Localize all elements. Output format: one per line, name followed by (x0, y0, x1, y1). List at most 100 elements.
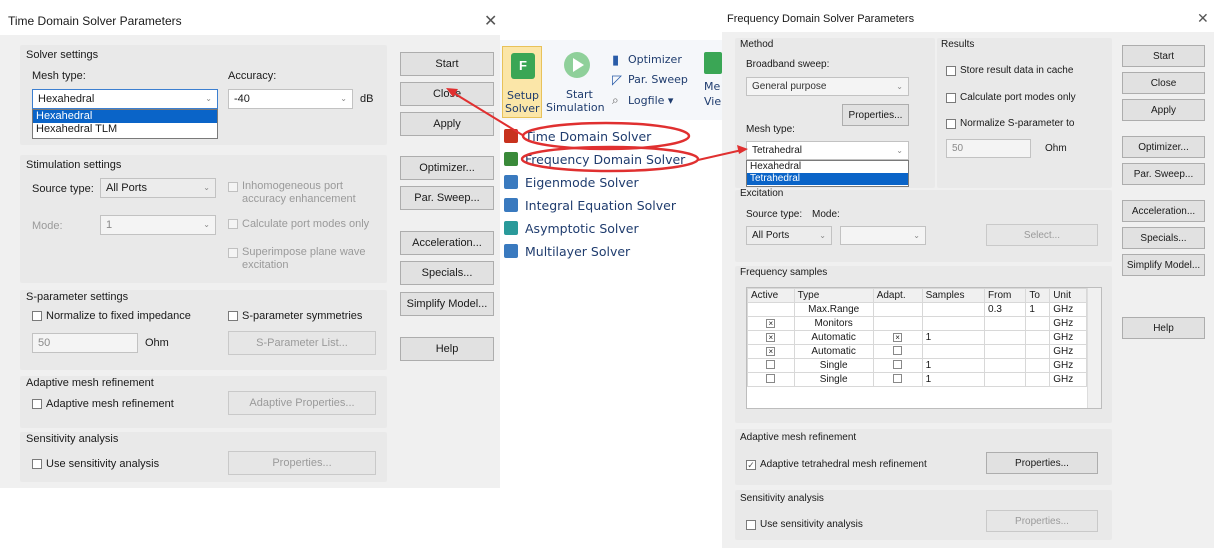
mesh-type-dropdown[interactable]: Tetrahedral ⌄ (746, 141, 909, 160)
table-row[interactable]: × Monitors GHz (747, 316, 1087, 331)
table-cell-adapt[interactable] (872, 344, 923, 359)
option-hexahedral-tlm[interactable]: Hexahedral TLM (33, 123, 217, 136)
sensitivity-checkbox[interactable]: Use sensitivity analysis (746, 519, 863, 530)
adaptive-properties-button[interactable]: Properties... (986, 452, 1098, 474)
table-cell-type[interactable]: Single (793, 372, 874, 387)
par-sweep-button[interactable]: Par. Sweep... (1122, 163, 1205, 185)
broadband-dropdown[interactable]: General purpose ⌄ (746, 77, 909, 96)
checked-checkbox-icon[interactable]: × (766, 319, 776, 328)
start-button[interactable]: Start (1122, 45, 1205, 67)
table-row[interactable]: × Automatic × 1 GHz (747, 330, 1087, 345)
option-hexahedral[interactable]: Hexahedral (747, 161, 908, 173)
setup-solver-button[interactable]: F Setup Solver (502, 46, 542, 118)
simplify-model-button[interactable]: Simplify Model... (1122, 254, 1205, 276)
solver-item-frequency-domain[interactable]: Frequency Domain Solver (504, 148, 685, 170)
apply-button[interactable]: Apply (400, 112, 494, 136)
table-cell-type[interactable]: Automatic (793, 344, 874, 359)
optimizer-button[interactable]: Optimizer... (1122, 136, 1205, 158)
logfile-ribbon-button[interactable]: Logfile ▾ (628, 94, 673, 107)
unchecked-checkbox-icon[interactable] (893, 373, 903, 383)
mesh-type-dropdown[interactable]: Hexahedral ⌄ (32, 89, 218, 109)
table-cell-adapt[interactable] (872, 316, 923, 331)
sparam-list-button[interactable]: S-Parameter List... (228, 331, 376, 355)
checked-checkbox-icon[interactable]: × (893, 333, 903, 342)
apply-button[interactable]: Apply (1122, 99, 1205, 121)
table-cell-active[interactable] (747, 358, 795, 373)
adaptive-mesh-checkbox[interactable]: Adaptive mesh refinement (32, 398, 174, 410)
close-icon[interactable]: ✕ (1197, 10, 1209, 27)
table-cell-active[interactable] (747, 302, 795, 317)
table-cell-type[interactable]: Single (793, 358, 874, 373)
option-hexahedral[interactable]: Hexahedral (33, 110, 217, 123)
sensitivity-properties-button[interactable]: Properties... (986, 510, 1098, 532)
checked-checkbox-icon[interactable]: × (766, 347, 776, 356)
close-button[interactable]: Close (400, 82, 494, 106)
table-cell-adapt[interactable] (872, 372, 923, 387)
solver-item-eigenmode[interactable]: Eigenmode Solver (504, 171, 639, 193)
start-simulation-button[interactable]: Start Simulation (546, 46, 606, 118)
table-scrollbar[interactable] (1087, 288, 1101, 408)
option-tetrahedral[interactable]: Tetrahedral (747, 173, 908, 185)
calc-port-modes-checkbox[interactable]: Calculate port modes only (228, 218, 369, 230)
optimizer-ribbon-button[interactable]: Optimizer (628, 53, 682, 66)
table-row[interactable]: × Automatic GHz (747, 344, 1087, 359)
table-row[interactable]: Single 1 GHz (747, 372, 1087, 387)
table-cell-active[interactable]: × (747, 330, 795, 345)
close-icon[interactable]: ✕ (484, 11, 497, 31)
unchecked-checkbox-icon[interactable] (766, 359, 776, 369)
superimpose-checkbox[interactable]: Superimpose plane wave excitation (228, 246, 367, 272)
acceleration-button[interactable]: Acceleration... (1122, 200, 1205, 222)
table-cell-type[interactable]: Automatic (793, 330, 874, 345)
table-cell-active[interactable]: × (747, 344, 795, 359)
unchecked-checkbox-icon[interactable] (766, 373, 776, 383)
specials-button[interactable]: Specials... (400, 261, 494, 285)
sparam-symmetries-checkbox[interactable]: S-parameter symmetries (228, 310, 362, 322)
select-button[interactable]: Select... (986, 224, 1098, 246)
table-cell-adapt[interactable] (872, 358, 923, 373)
optimizer-button[interactable]: Optimizer... (400, 156, 494, 180)
source-type-dropdown[interactable]: All Ports ⌄ (746, 226, 832, 245)
normalize-impedance-checkbox[interactable]: Normalize to fixed impedance (32, 310, 191, 322)
normalize-sparam-checkbox[interactable]: Normalize S-parameter to (946, 118, 1074, 129)
table-cell-type[interactable]: Monitors (793, 316, 874, 331)
inhomogeneous-checkbox[interactable]: Inhomogeneous port accuracy enhancement (228, 180, 362, 206)
adaptive-properties-button[interactable]: Adaptive Properties... (228, 391, 376, 415)
start-button[interactable]: Start (400, 52, 494, 76)
unchecked-checkbox-icon[interactable] (893, 359, 903, 369)
table-cell-samples (921, 316, 986, 331)
table-cell-active[interactable]: × (747, 316, 795, 331)
par-sweep-button[interactable]: Par. Sweep... (400, 186, 494, 210)
table-cell-active[interactable] (747, 372, 795, 387)
specials-button[interactable]: Specials... (1122, 227, 1205, 249)
source-type-dropdown[interactable]: All Ports ⌄ (100, 178, 216, 198)
table-row[interactable]: Single 1 GHz (747, 358, 1087, 373)
solver-item-integral-equation[interactable]: Integral Equation Solver (504, 194, 676, 216)
checked-checkbox-icon[interactable]: × (766, 333, 776, 342)
table-cell-adapt[interactable] (872, 302, 923, 317)
impedance-input[interactable]: 50 (32, 333, 138, 353)
table-cell-type[interactable]: Max.Range (793, 302, 874, 317)
simplify-model-button[interactable]: Simplify Model... (400, 292, 494, 316)
help-button[interactable]: Help (400, 337, 494, 361)
mode-dropdown[interactable]: ⌄ (840, 226, 926, 245)
solver-item-asymptotic[interactable]: Asymptotic Solver (504, 217, 639, 239)
unchecked-checkbox-icon[interactable] (893, 345, 903, 355)
calc-port-modes-checkbox[interactable]: Calculate port modes only (946, 92, 1076, 103)
solver-item-multilayer[interactable]: Multilayer Solver (504, 240, 630, 262)
solver-item-time-domain[interactable]: Time Domain Solver (504, 125, 651, 147)
table-cell-adapt[interactable]: × (872, 330, 923, 345)
store-results-checkbox[interactable]: Store result data in cache (946, 65, 1073, 76)
par-sweep-ribbon-button[interactable]: Par. Sweep (628, 73, 688, 86)
acceleration-button[interactable]: Acceleration... (400, 231, 494, 255)
help-button[interactable]: Help (1122, 317, 1205, 339)
frequency-samples-table[interactable]: Active Type Adapt. Samples From To Unit … (746, 287, 1102, 409)
adaptive-tetra-checkbox[interactable]: ✓ Adaptive tetrahedral mesh refinement (746, 459, 927, 470)
accuracy-dropdown[interactable]: -40 ⌄ (228, 89, 353, 109)
method-properties-button[interactable]: Properties... (842, 104, 909, 126)
close-button[interactable]: Close (1122, 72, 1205, 94)
sensitivity-checkbox[interactable]: Use sensitivity analysis (32, 458, 159, 470)
impedance-input[interactable]: 50 (946, 139, 1031, 158)
table-row[interactable]: Max.Range 0.3 1 GHz (747, 302, 1087, 317)
mode-dropdown[interactable]: 1 ⌄ (100, 215, 216, 235)
sensitivity-properties-button[interactable]: Properties... (228, 451, 376, 475)
